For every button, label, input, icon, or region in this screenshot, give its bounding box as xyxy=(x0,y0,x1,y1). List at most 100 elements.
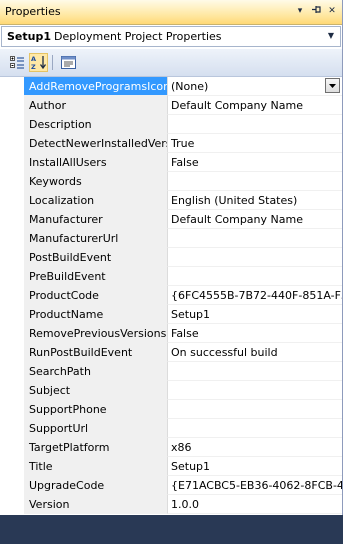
row-gutter xyxy=(0,419,24,438)
property-value-cell[interactable] xyxy=(168,248,342,267)
property-name: SupportUrl xyxy=(29,422,89,435)
property-row[interactable]: InstallAllUsers False xyxy=(0,153,342,172)
property-row[interactable]: RunPostBuildEvent On successful build xyxy=(0,343,342,362)
property-row[interactable]: PostBuildEvent xyxy=(0,248,342,267)
property-name-cell[interactable]: Version xyxy=(24,495,168,514)
property-name-cell[interactable]: SupportUrl xyxy=(24,419,168,438)
object-type: Deployment Project Properties xyxy=(54,30,222,43)
property-value-cell[interactable] xyxy=(168,400,342,419)
row-gutter xyxy=(0,134,24,153)
alphabetical-button[interactable]: A Z xyxy=(29,53,48,72)
property-name-cell[interactable]: PreBuildEvent xyxy=(24,267,168,286)
property-value-cell[interactable]: On successful build xyxy=(168,343,342,362)
property-value-cell[interactable]: Default Company Name xyxy=(168,96,342,115)
property-name-cell[interactable]: UpgradeCode xyxy=(24,476,168,495)
object-name: Setup1 xyxy=(7,30,51,43)
property-row[interactable]: Description xyxy=(0,115,342,134)
row-gutter xyxy=(0,96,24,115)
property-row[interactable]: Version 1.0.0 xyxy=(0,495,342,514)
property-name: Manufacturer xyxy=(29,213,103,226)
property-row[interactable]: UpgradeCode {E71ACBC5-EB36-4062-8FCB-428 xyxy=(0,476,342,495)
property-name-cell[interactable]: InstallAllUsers xyxy=(24,153,168,172)
row-gutter xyxy=(0,343,24,362)
property-row[interactable]: ManufacturerUrl xyxy=(0,229,342,248)
property-row[interactable]: Title Setup1 xyxy=(0,457,342,476)
categorized-button[interactable] xyxy=(8,53,27,72)
property-value-cell[interactable]: Default Company Name xyxy=(168,210,342,229)
property-value-cell[interactable] xyxy=(168,172,342,191)
property-name-cell[interactable]: Author xyxy=(24,96,168,115)
property-name-cell[interactable]: RemovePreviousVersions xyxy=(24,324,168,343)
property-row[interactable]: TargetPlatform x86 xyxy=(0,438,342,457)
property-name-cell[interactable]: Description xyxy=(24,115,168,134)
property-grid: AddRemoveProgramsIcon (None) Author Default… xyxy=(0,77,342,515)
property-name-cell[interactable]: Localization xyxy=(24,191,168,210)
property-value-cell[interactable]: {6FC4555B-7B72-440F-851A-F54D xyxy=(168,286,342,305)
property-row[interactable]: Subject xyxy=(0,381,342,400)
property-value-cell[interactable] xyxy=(168,115,342,134)
pin-icon[interactable] xyxy=(309,4,323,18)
property-row[interactable]: RemovePreviousVersions False xyxy=(0,324,342,343)
property-name-cell[interactable]: PostBuildEvent xyxy=(24,248,168,267)
property-name: DetectNewerInstalledVersion xyxy=(29,137,167,150)
property-row[interactable]: ProductCode {6FC4555B-7B72-440F-851A-F54D xyxy=(0,286,342,305)
property-name-cell[interactable]: Manufacturer xyxy=(24,210,168,229)
property-row[interactable]: Localization English (United States) xyxy=(0,191,342,210)
property-pages-button[interactable] xyxy=(59,53,78,72)
property-name-cell[interactable]: Subject xyxy=(24,381,168,400)
property-value-cell[interactable]: Setup1 xyxy=(168,457,342,476)
property-name-cell[interactable]: Title xyxy=(24,457,168,476)
property-row[interactable]: SearchPath xyxy=(0,362,342,381)
object-selector[interactable]: Setup1 Deployment Project Properties ▼ xyxy=(1,26,341,47)
property-value-cell[interactable]: False xyxy=(168,324,342,343)
property-value: On successful build xyxy=(171,346,278,359)
property-value-cell[interactable]: True xyxy=(168,134,342,153)
property-name-cell[interactable]: TargetPlatform xyxy=(24,438,168,457)
property-row[interactable]: SupportPhone xyxy=(0,400,342,419)
property-name-cell[interactable]: Keywords xyxy=(24,172,168,191)
property-row[interactable]: Manufacturer Default Company Name xyxy=(0,210,342,229)
property-value-cell[interactable]: 1.0.0 xyxy=(168,495,342,514)
property-row[interactable]: PreBuildEvent xyxy=(0,267,342,286)
property-row[interactable]: SupportUrl xyxy=(0,419,342,438)
property-value-cell[interactable]: x86 xyxy=(168,438,342,457)
property-name: PostBuildEvent xyxy=(29,251,112,264)
property-value-cell[interactable] xyxy=(168,381,342,400)
property-name: PreBuildEvent xyxy=(29,270,106,283)
property-row[interactable]: DetectNewerInstalledVersion True xyxy=(0,134,342,153)
property-name-cell[interactable]: RunPostBuildEvent xyxy=(24,343,168,362)
property-name: Version xyxy=(29,498,70,511)
property-value-cell[interactable]: False xyxy=(168,153,342,172)
property-value-cell[interactable]: (None) xyxy=(168,77,342,96)
property-value: Setup1 xyxy=(171,308,211,321)
close-icon[interactable]: ✕ xyxy=(325,4,339,18)
property-value-cell[interactable]: {E71ACBC5-EB36-4062-8FCB-428 xyxy=(168,476,342,495)
property-name-cell[interactable]: ProductCode xyxy=(24,286,168,305)
property-row[interactable]: ProductName Setup1 xyxy=(0,305,342,324)
toolbar-separator xyxy=(52,55,53,70)
property-name-cell[interactable]: SupportPhone xyxy=(24,400,168,419)
dropdown-arrow-icon[interactable]: ▾ xyxy=(293,4,307,18)
row-gutter xyxy=(0,267,24,286)
value-dropdown-button[interactable] xyxy=(325,78,340,93)
property-value-cell[interactable] xyxy=(168,419,342,438)
property-name-cell[interactable]: ProductName xyxy=(24,305,168,324)
property-name-cell[interactable]: AddRemoveProgramsIcon xyxy=(24,77,168,96)
property-row[interactable]: AddRemoveProgramsIcon (None) xyxy=(0,77,342,96)
property-value-cell[interactable] xyxy=(168,229,342,248)
property-value-cell[interactable]: Setup1 xyxy=(168,305,342,324)
row-gutter xyxy=(0,115,24,134)
row-gutter xyxy=(0,362,24,381)
property-value-cell[interactable] xyxy=(168,362,342,381)
property-name-cell[interactable]: SearchPath xyxy=(24,362,168,381)
property-value-cell[interactable] xyxy=(168,267,342,286)
property-name-cell[interactable]: DetectNewerInstalledVersion xyxy=(24,134,168,153)
chevron-down-icon[interactable]: ▼ xyxy=(328,31,334,40)
property-value-cell[interactable]: English (United States) xyxy=(168,191,342,210)
property-row[interactable]: Author Default Company Name xyxy=(0,96,342,115)
svg-text:Z: Z xyxy=(31,63,36,70)
property-name-cell[interactable]: ManufacturerUrl xyxy=(24,229,168,248)
property-row[interactable]: Keywords xyxy=(0,172,342,191)
property-name: ProductName xyxy=(29,308,104,321)
property-name: RemovePreviousVersions xyxy=(29,327,167,340)
